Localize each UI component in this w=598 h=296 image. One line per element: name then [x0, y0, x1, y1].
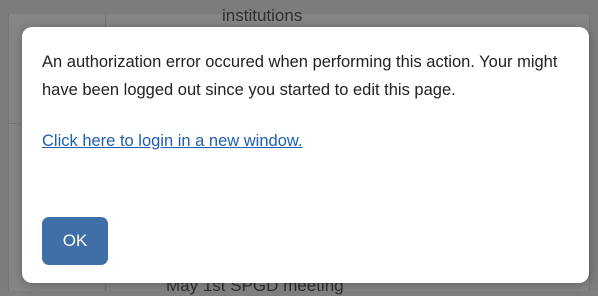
error-message: An authorization error occured when perf… — [42, 53, 558, 99]
login-link[interactable]: Click here to login in a new window. — [42, 130, 302, 152]
backdrop-text-top: institutions — [222, 6, 303, 25]
ok-button[interactable]: OK — [42, 217, 108, 265]
authorization-error-dialog: An authorization error occured when perf… — [22, 27, 589, 283]
